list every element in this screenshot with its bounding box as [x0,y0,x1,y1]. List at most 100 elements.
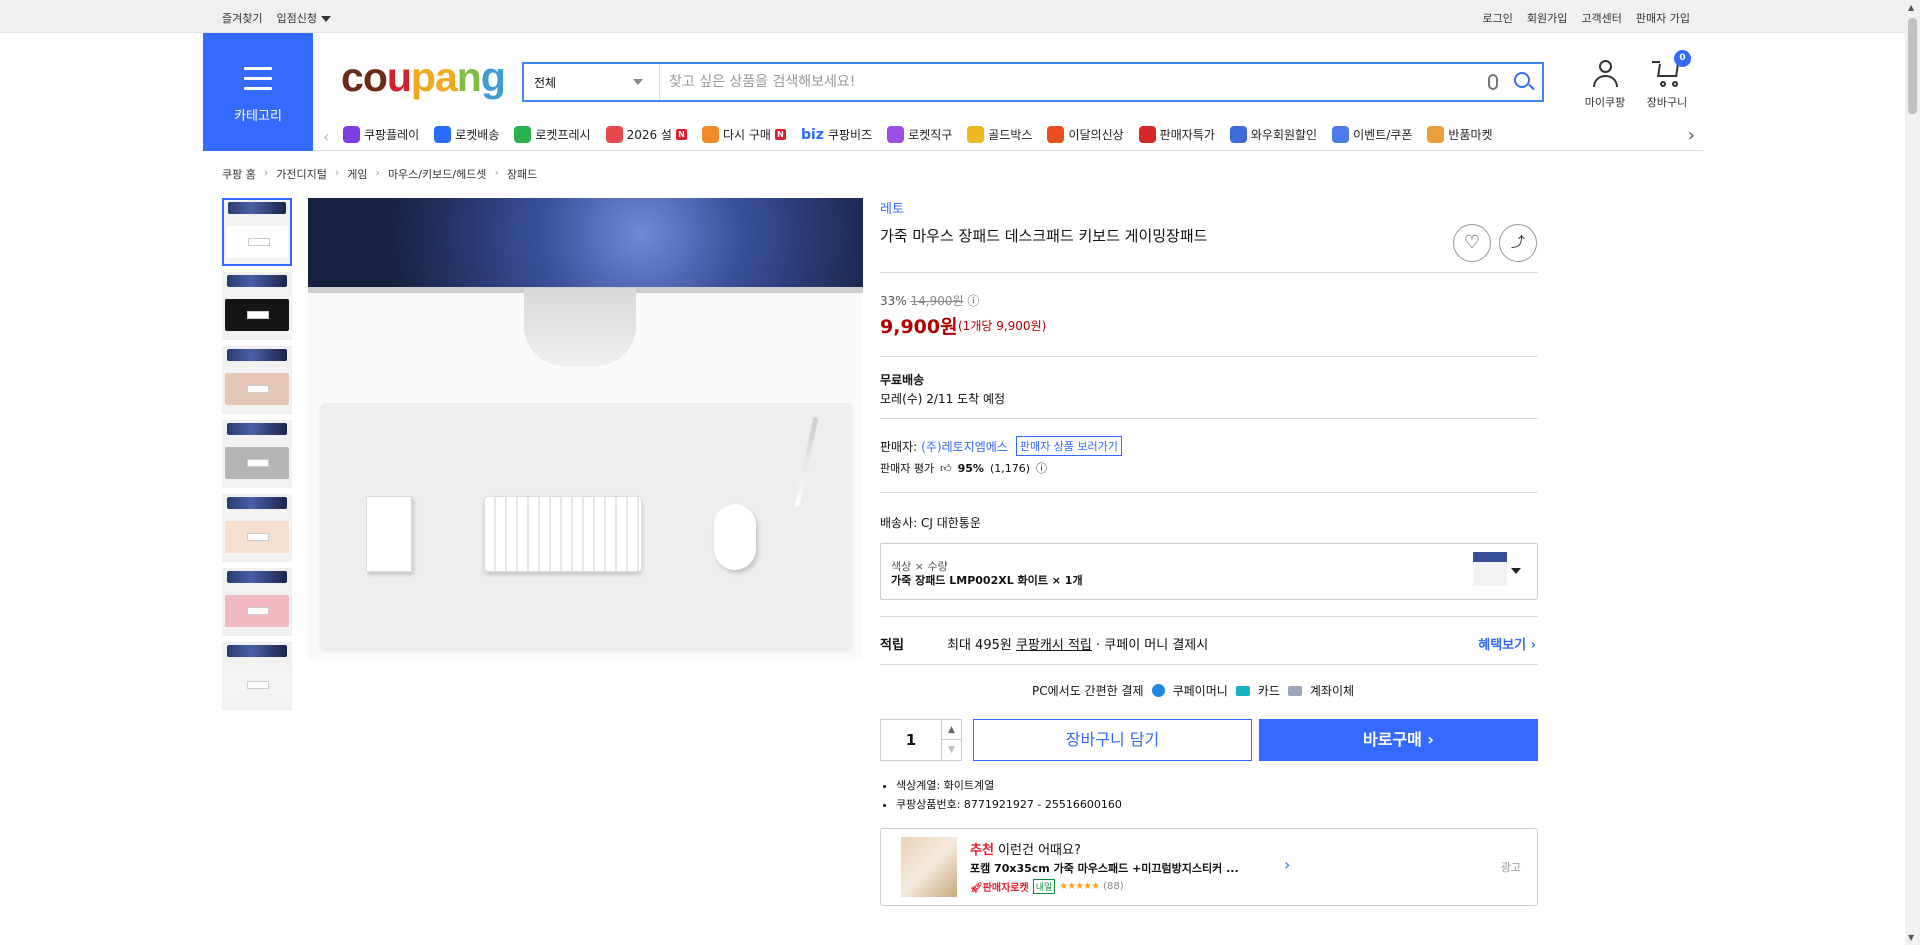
nav-item[interactable]: 로켓직구 [887,126,952,143]
mycoupang-button[interactable]: 마이쿠팡 [1575,58,1635,110]
coupang-cash-link[interactable]: 쿠팡캐시 적립 [1016,638,1092,653]
thumbnail[interactable] [222,494,292,562]
scroll-down-icon[interactable]: ▼ [1908,933,1914,942]
seller-name-link[interactable]: (주)레토지엠에스 [921,438,1008,455]
bookmark-link[interactable]: 즐겨찾기 [222,10,262,26]
quantity-input[interactable]: 1 [881,731,941,749]
seller-apply-link[interactable]: 입점신청 [276,10,331,26]
chevron-left-icon[interactable]: ‹ [323,127,329,146]
add-to-cart-button[interactable]: 장바구니 담기 [973,719,1252,761]
scrollbar[interactable]: ▲ ▼ [1905,0,1920,945]
chevron-right-icon: › [263,166,269,179]
chevron-right-icon[interactable]: › [1284,855,1290,874]
chevron-right-icon: › [494,166,499,179]
login-link[interactable]: 로그인 [1483,10,1513,26]
breadcrumb-item[interactable]: 게임 [347,166,367,182]
seller-rocket-badge: 🚀︎판매자로켓 [970,883,1029,894]
divider [880,492,1538,493]
info-icon[interactable]: ⓘ [1036,460,1047,476]
discount-row: 33% 14,900원 ⓘ [880,294,980,308]
option-thumbnail [1473,552,1507,586]
heart-icon[interactable]: ♡ [1453,224,1491,262]
cart-button[interactable]: 장바구니 [1637,58,1697,110]
divider [880,356,1538,357]
coupang-logo[interactable]: coupang [341,54,506,101]
nav-item-icon [1332,126,1350,143]
nav-item-icon [1229,126,1247,143]
thumbnail[interactable] [222,198,292,266]
nav-item[interactable]: 이벤트/쿠폰 [1332,126,1412,143]
delivery-company: 배송사: CJ 대한통운 [880,516,981,530]
user-icon [1592,58,1618,88]
shipping-fee: 무료배송 [880,373,925,387]
breadcrumb-item[interactable]: 마우스/키보드/헤드셋 [388,166,487,182]
attribute-item: 색상계열: 화이트계열 [896,776,1122,795]
new-badge: N [675,129,687,140]
category-menu-button[interactable]: 카테고리 [203,33,313,151]
product-attributes: 색상계열: 화이트계열 쿠팡상품번호: 8771921927 - 2551660… [880,776,1122,814]
star-rating: ★★★★★ [1059,881,1100,892]
nav-item[interactable]: 골드박스 [967,126,1032,143]
decrease-button[interactable]: ▼ [941,740,961,760]
search-scope-select[interactable]: 전체 [524,64,660,100]
nav-item[interactable]: 이달의신상 [1047,126,1124,143]
thumbnail[interactable] [222,346,292,414]
nav-item[interactable]: biz 쿠팡비즈 [801,126,872,143]
nav-item-icon [887,126,905,143]
search-input[interactable] [669,70,1449,94]
scroll-up-icon[interactable]: ▲ [1908,3,1914,12]
nav-item[interactable]: 쿠팡플레이 [343,126,419,143]
chevron-right-icon[interactable]: › [1688,125,1695,146]
increase-button[interactable]: ▲ [941,720,961,740]
search-icon[interactable] [1514,72,1530,88]
nav-item-icon [1427,126,1445,143]
share-icon[interactable]: ⤴ [1499,224,1537,262]
microphone-icon[interactable] [1488,74,1498,90]
new-badge: N [774,129,786,140]
breadcrumb: 쿠팡 홈 › 가전디지털 › 게임 › 마우스/키보드/헤드셋 › 장패드 [222,166,537,182]
seller-signup-link[interactable]: 판매자 가입 [1636,10,1690,26]
recommended-product-image [901,837,957,897]
breadcrumb-item[interactable]: 장패드 [507,166,537,182]
buy-now-button[interactable]: 바로구매 › [1259,719,1538,761]
nav-item-icon [514,126,532,143]
category-nav-bar: ‹ 쿠팡플레이 로켓배송 로켓프레시 2026 설 N 다시 구매 N biz 쿠팡비즈 로켓직구… [313,120,1703,151]
thumbs-up-icon: 👍︎ [940,461,952,475]
chevron-down-icon [1511,568,1521,574]
keyboard [484,496,642,572]
scrollbar-thumb[interactable] [1908,18,1917,114]
nav-item[interactable]: 반품마켓 [1427,126,1493,143]
info-icon[interactable]: ⓘ [967,294,979,308]
signup-link[interactable]: 회원가입 [1527,10,1567,26]
ad-label: 광고 [1500,861,1521,874]
monitor-screen [308,198,863,293]
breadcrumb-item[interactable]: 쿠팡 홈 [222,166,256,182]
monitor-stand [524,288,636,366]
main-product-image[interactable] [308,198,863,660]
search-bar: 전체 [522,62,1544,102]
benefits-link[interactable]: 혜택보기 › [1478,634,1536,653]
thumbnail[interactable] [222,642,292,710]
customer-center-link[interactable]: 고객센터 [1581,10,1621,26]
breadcrumb-item[interactable]: 가전디지털 [276,166,327,182]
option-select[interactable]: 색상 × 수량 가죽 장패드 LMP002XL 화이트 × 1개 [880,543,1538,600]
nav-item-icon [343,126,360,143]
thumbnail[interactable] [222,272,292,340]
nav-item[interactable]: 다시 구매 N [701,126,786,143]
thumbnail[interactable] [222,420,292,488]
nav-item[interactable]: 로켓프레시 [514,126,591,143]
seller-products-link[interactable]: 판매자 상품 보러가기 [1015,436,1122,456]
brand-link[interactable]: 레토 [880,198,904,217]
nav-item[interactable]: 2026 설N [605,126,687,143]
nav-item[interactable]: 와우회원할인 [1229,126,1317,143]
nav-item[interactable]: 로켓배송 [434,126,499,143]
sale-price: 9,900원 [880,316,958,338]
hamburger-icon [244,67,272,97]
seller-row: 판매자: (주)레토지엠에스 판매자 상품 보러가기 [880,436,1122,456]
recommendation-card[interactable]: 추천 이런건 어때요? 포캠 70x35cm 가죽 마우스패드 +미끄럼방지스티… [880,828,1538,906]
nav-item-icon [967,126,985,143]
nav-item[interactable]: 판매자특가 [1138,126,1215,143]
thumbnail[interactable] [222,568,292,636]
arrival-date: 모레(수) 2/11 도착 예정 [880,392,1006,406]
nav-item-icon [434,126,452,143]
